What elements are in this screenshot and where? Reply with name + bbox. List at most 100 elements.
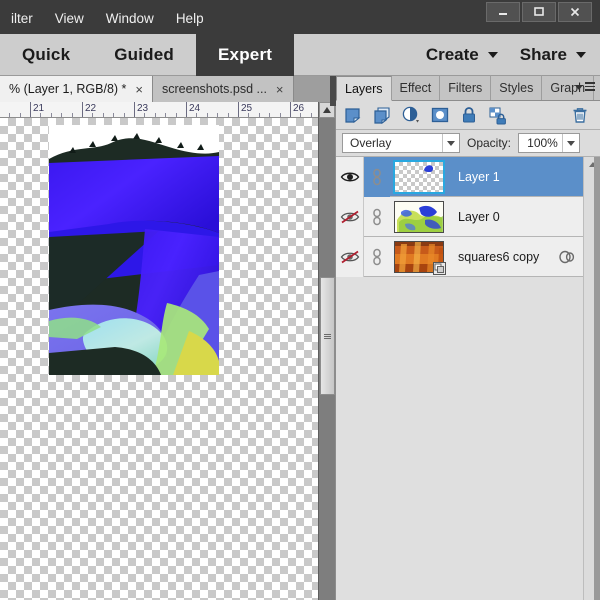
menu-item-ilter[interactable]: ilter (0, 9, 44, 28)
ruler-label: 26 (293, 103, 305, 114)
opacity-dropdown-button[interactable] (562, 134, 579, 152)
layer-link-toggle[interactable] (364, 237, 390, 277)
canvas-area[interactable] (0, 118, 318, 600)
link-icon (373, 208, 381, 225)
canvas-vertical-scrollbar[interactable] (318, 102, 335, 600)
document-tab[interactable]: screenshots.psd ... × (153, 76, 294, 102)
document-tab-label: % (Layer 1, RGB/8) * (9, 82, 127, 96)
menu-item-help[interactable]: Help (165, 9, 215, 28)
maximize-button[interactable] (522, 2, 556, 22)
panel-right-edge (594, 157, 600, 600)
blend-mode-select[interactable]: Overlay (342, 133, 460, 153)
layers-panel: Layers Effect Filters Styles Graph Overl… (330, 75, 600, 600)
ruler-minor-tick (71, 113, 73, 117)
close-tab-icon[interactable]: × (135, 83, 143, 96)
layer-visibility-toggle-visible[interactable] (336, 157, 364, 197)
mode-bar: Quick Guided Expert Create Share (0, 34, 600, 76)
blend-mode-value: Overlay (350, 136, 392, 150)
mode-tab-guided[interactable]: Guided (92, 34, 196, 76)
layer-mask-icon[interactable] (430, 105, 450, 125)
scrollbar-thumb[interactable] (320, 277, 335, 395)
delete-layer-icon[interactable] (570, 105, 590, 125)
blend-mode-dropdown-button[interactable] (442, 134, 459, 152)
close-tab-icon[interactable]: × (276, 83, 284, 96)
layer-link-toggle[interactable] (364, 197, 390, 237)
lock-transparency-icon[interactable] (488, 105, 508, 125)
ruler-minor-tick (248, 113, 250, 117)
horizontal-ruler[interactable]: 21 22 23 24 25 26 (0, 102, 318, 118)
eye-icon (340, 172, 359, 181)
ruler-major-tick (82, 102, 83, 117)
window-controls (486, 2, 592, 22)
ruler-minor-tick (19, 113, 21, 117)
grip-icon (324, 333, 331, 339)
layer-thumbnail (393, 159, 445, 194)
layer-name[interactable]: squares6 copy (448, 250, 550, 264)
ruler-minor-tick (258, 113, 260, 117)
ruler-minor-tick (175, 113, 177, 117)
layer-name[interactable]: Layer 0 (448, 210, 550, 224)
ruler-minor-tick (269, 113, 271, 117)
layer-link-toggle[interactable] (364, 157, 390, 197)
panel-tab-styles[interactable]: Styles (491, 75, 543, 100)
duplicate-layer-icon[interactable] (372, 105, 392, 125)
layer-thumbnail-cell[interactable] (390, 157, 448, 197)
menu-item-window[interactable]: Window (95, 9, 165, 28)
artboard[interactable] (49, 125, 219, 375)
share-button[interactable]: Share (510, 34, 596, 76)
ruler-minor-tick (92, 113, 94, 117)
opacity-label: Opacity: (467, 136, 512, 150)
document-tab[interactable]: % (Layer 1, RGB/8) * × (0, 76, 153, 102)
layer-visibility-toggle-hidden[interactable] (336, 236, 364, 277)
ruler-minor-tick (9, 113, 11, 117)
transparency-checkerboard (395, 161, 443, 192)
chevron-up-icon (323, 107, 331, 113)
layer-name[interactable]: Layer 1 (448, 170, 550, 184)
ruler-minor-tick (165, 113, 167, 117)
new-layer-icon[interactable] (343, 105, 363, 125)
panel-tab-strip: Layers Effect Filters Styles Graph (336, 75, 600, 101)
layer-row[interactable]: Layer 0 (336, 196, 584, 237)
panel-tab-effect[interactable]: Effect (392, 75, 441, 100)
panel-menu-caret-icon (575, 84, 583, 90)
ruler-minor-tick (310, 113, 312, 117)
lock-all-icon[interactable] (459, 105, 479, 125)
layer-thumbnail (394, 200, 444, 233)
ruler-minor-tick (279, 113, 281, 117)
chevron-down-icon (567, 140, 576, 146)
layer-row[interactable]: Layer 1 (336, 157, 584, 197)
layer-thumbnail-cell[interactable] (390, 197, 448, 237)
panel-menu-lines-icon (585, 82, 595, 93)
layer-row[interactable]: squares6 copy (336, 236, 584, 277)
ruler-minor-tick (217, 113, 219, 117)
layer-style-icon[interactable] (557, 250, 577, 264)
mode-tab-expert[interactable]: Expert (196, 34, 295, 76)
create-button[interactable]: Create (416, 34, 508, 76)
menu-item-view[interactable]: View (44, 9, 95, 28)
eye-hidden-icon (340, 250, 359, 263)
panel-menu-button[interactable] (575, 82, 595, 93)
ruler-major-tick (238, 102, 239, 117)
chevron-down-icon (487, 52, 498, 58)
mode-tab-quick[interactable]: Quick (0, 34, 92, 76)
opacity-input[interactable]: 100% (518, 133, 581, 153)
ruler-minor-tick (154, 113, 156, 117)
layers-toolbar (336, 101, 600, 130)
minimize-button[interactable] (486, 2, 520, 22)
panel-tab-layers[interactable]: Layers (336, 76, 392, 101)
link-icon (373, 168, 381, 185)
artwork-image (49, 125, 219, 375)
close-icon (570, 7, 580, 17)
layers-list[interactable]: Layer 1 Layer 0 squares6 copy (336, 157, 600, 600)
maximize-icon (534, 7, 544, 16)
close-button[interactable] (558, 2, 592, 22)
ruler-minor-tick (102, 113, 104, 117)
ruler-minor-tick (123, 113, 125, 117)
ruler-minor-tick (113, 113, 115, 117)
menu-bar: ilter View Window Help (0, 6, 215, 30)
layer-thumbnail-cell[interactable] (390, 237, 448, 277)
panel-tab-filters[interactable]: Filters (440, 75, 492, 100)
adjustment-layer-icon[interactable] (401, 105, 421, 125)
ruler-major-tick (290, 102, 291, 117)
layer-visibility-toggle-hidden[interactable] (336, 196, 364, 237)
